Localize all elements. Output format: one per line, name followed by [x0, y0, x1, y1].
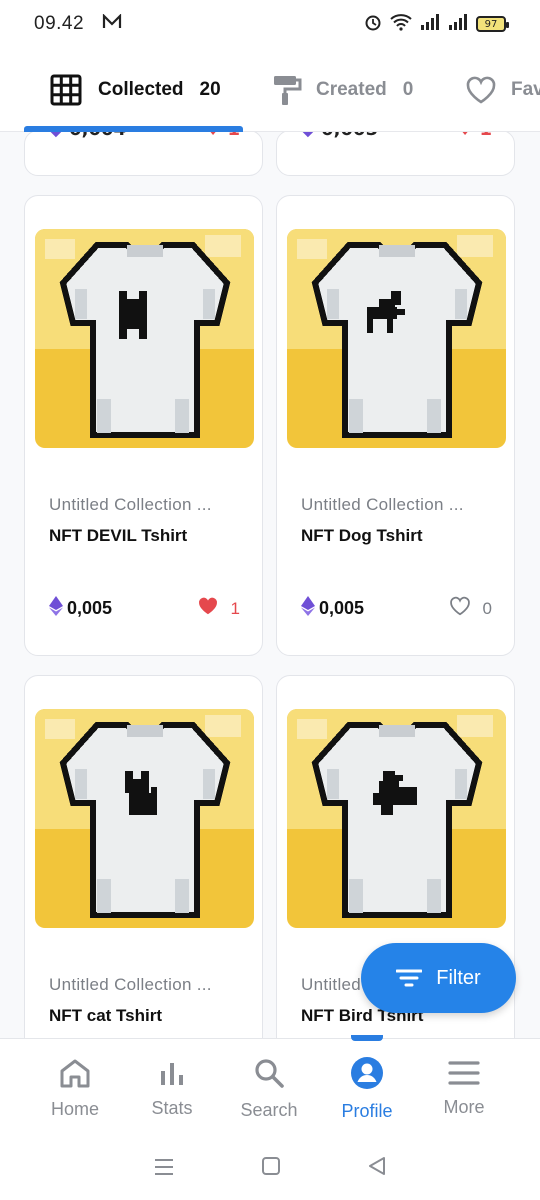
tab-collected[interactable]: Collected 20 — [50, 48, 221, 131]
battery-indicator: 97 — [476, 16, 509, 32]
filter-button[interactable]: Filter — [361, 943, 516, 1013]
collection-name: Untitled Collection ... — [49, 975, 212, 994]
status-time: 09.42 — [34, 13, 85, 34]
like-button[interactable]: 1 — [197, 596, 240, 621]
profile-icon — [350, 1056, 384, 1095]
tab-collected-count: 20 — [199, 79, 221, 100]
home-button-icon[interactable] — [261, 1156, 281, 1182]
tab-created[interactable]: Created 0 — [272, 48, 414, 131]
eth-icon — [49, 596, 63, 621]
nav-more-label: More — [443, 1097, 485, 1117]
nft-card[interactable]: Untitled Collection ... NFT DEVIL Tshirt… — [24, 195, 263, 656]
nav-search[interactable]: Search — [219, 1039, 319, 1139]
like-button[interactable]: 0 — [449, 596, 492, 621]
eth-icon — [301, 596, 315, 621]
filter-label: Filter — [436, 966, 481, 989]
heart-filled-icon: ♥ — [457, 132, 473, 140]
wifi-icon — [390, 13, 412, 36]
nft-card-partial[interactable]: ◆ 0,005 ♥ 1 — [276, 132, 515, 176]
nav-home[interactable]: Home — [25, 1039, 125, 1139]
mail-icon — [102, 13, 122, 35]
nft-name: NFT cat Tshirt — [49, 1006, 163, 1025]
nav-more[interactable]: More — [414, 1039, 514, 1139]
tab-collected-label: Collected — [98, 79, 184, 100]
nft-price: 0,005 — [301, 596, 364, 621]
nft-thumbnail — [287, 709, 506, 928]
tab-created-count: 0 — [402, 79, 414, 100]
nft-card-partial[interactable]: ◆ 0,004 ♥ 1 — [24, 132, 263, 176]
signal-icon-2 — [448, 13, 468, 35]
nft-name: NFT DEVIL Tshirt — [49, 526, 188, 545]
search-icon — [253, 1057, 285, 1094]
nav-profile[interactable]: Profile — [317, 1039, 417, 1139]
filter-icon — [396, 968, 423, 988]
heart-filled-icon: ♥ — [205, 132, 221, 140]
price-partial: ◆ 0,005 — [301, 132, 378, 140]
bar-chart-icon — [158, 1059, 186, 1092]
nav-stats-label: Stats — [151, 1098, 193, 1118]
back-icon[interactable] — [367, 1156, 387, 1182]
nft-card[interactable]: Untitled Collection ... NFT Dog Tshirt 0… — [276, 195, 515, 656]
nft-grid[interactable]: ◆ 0,004 ♥ 1 ◆ 0,005 ♥ 1 Untitled Collect… — [0, 132, 540, 1038]
signal-icon — [420, 13, 440, 35]
nav-home-label: Home — [50, 1099, 99, 1119]
nft-thumbnail — [287, 229, 506, 448]
heart-filled-icon — [197, 596, 219, 621]
status-bar: 09.42 97 — [0, 0, 540, 48]
recent-apps-icon[interactable] — [153, 1157, 175, 1182]
nft-price: 0,005 — [49, 596, 112, 621]
nav-profile-label: Profile — [341, 1101, 393, 1121]
tab-favorites-label: Fav — [511, 79, 540, 100]
heart-outline-icon — [465, 76, 497, 104]
home-icon — [59, 1058, 91, 1093]
like-count: 1 — [230, 598, 240, 618]
heart-outline-icon — [449, 596, 471, 621]
nav-stats[interactable]: Stats — [122, 1039, 222, 1139]
tab-favorites[interactable]: Fav — [465, 48, 540, 131]
nft-name: NFT Dog Tshirt — [301, 526, 423, 545]
collection-name: Untitled Collection ... — [49, 495, 212, 514]
nft-thumbnail — [35, 229, 254, 448]
nft-card[interactable]: Untitled Collection ... NFT cat Tshirt — [24, 675, 263, 1038]
eth-icon: ◆ — [301, 132, 315, 140]
likes-partial: ♥ 1 — [457, 132, 492, 140]
grid-icon — [50, 74, 82, 106]
status-icons: 97 — [364, 13, 509, 36]
tab-created-label: Created — [316, 79, 387, 100]
price-partial: ◆ 0,004 — [49, 132, 126, 140]
nft-thumbnail — [35, 709, 254, 928]
bottom-navigation: Home Stats Search Profile More — [0, 1035, 540, 1139]
tab-active-indicator — [24, 126, 243, 132]
system-navigation-bar — [0, 1138, 540, 1200]
nav-search-label: Search — [240, 1100, 298, 1120]
menu-icon — [448, 1060, 480, 1091]
paint-roller-icon — [272, 74, 302, 106]
eth-icon: ◆ — [49, 132, 63, 140]
collection-name: Untitled Collection ... — [301, 495, 464, 514]
alarm-icon — [364, 13, 382, 36]
likes-partial: ♥ 1 — [205, 132, 240, 140]
like-count: 0 — [482, 598, 492, 618]
profile-tabs: Collected 20 Created 0 Fav — [0, 48, 540, 132]
